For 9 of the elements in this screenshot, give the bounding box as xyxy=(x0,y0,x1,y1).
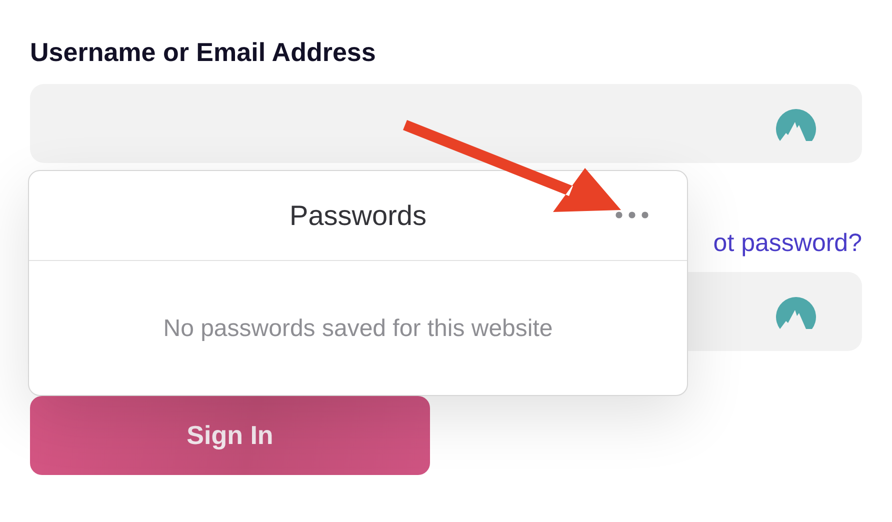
sign-in-button[interactable]: Sign In xyxy=(30,396,430,475)
empty-message: No passwords saved for this website xyxy=(163,315,553,343)
form-label: Username or Email Address xyxy=(30,36,377,68)
popup-title: Passwords xyxy=(290,200,426,232)
forgot-password-link[interactable]: ot password? xyxy=(713,228,862,258)
more-icon[interactable] xyxy=(615,211,649,219)
mountain-icon xyxy=(776,106,816,140)
username-field[interactable] xyxy=(30,84,862,163)
mountain-icon xyxy=(776,294,816,328)
